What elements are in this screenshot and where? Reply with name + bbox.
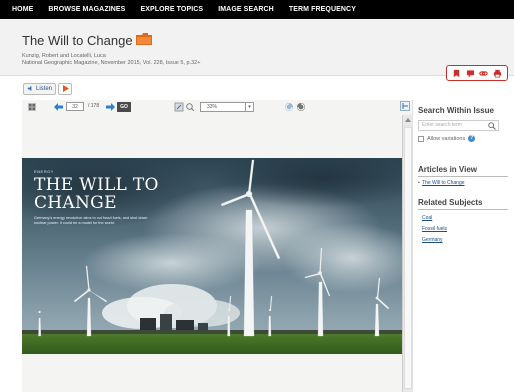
nav-explore-topics[interactable]: EXPLORE TOPICS — [140, 6, 203, 13]
rotate-left-icon[interactable] — [284, 102, 294, 112]
zoom-select[interactable]: 33% ▾ — [200, 102, 254, 112]
subject-link-germany[interactable]: Germany — [422, 237, 443, 243]
page-viewer: 32 / 178 GO 33% ▾ ENERGY THE WILL TO CHA… — [22, 100, 412, 392]
article-link[interactable]: The Will to Change — [422, 180, 465, 186]
rotate-right-icon[interactable] — [296, 102, 306, 112]
print-icon[interactable] — [493, 69, 502, 78]
comment-icon[interactable] — [466, 69, 475, 78]
bookmark-icon[interactable] — [452, 69, 461, 78]
page-total: / 178 — [88, 103, 100, 109]
related-subjects-heading: Related Subjects — [418, 198, 483, 207]
article-header: The Will to Change Kunzig, Robert and Lo… — [0, 19, 514, 81]
scroll-up-icon[interactable] — [405, 117, 411, 123]
play-button[interactable] — [58, 82, 73, 95]
article-authors: Kunzig, Robert and Locatelli, Luca — [22, 53, 106, 59]
go-button[interactable]: GO — [117, 102, 131, 112]
divider — [418, 209, 508, 210]
page-number-input[interactable]: 32 — [66, 102, 84, 111]
listen-label: Listen — [36, 85, 53, 92]
articles-in-view-heading: Articles in View — [418, 165, 477, 174]
chevron-down-icon: ▾ — [245, 103, 253, 111]
next-page-icon[interactable] — [106, 103, 115, 111]
nav-image-search[interactable]: IMAGE SEARCH — [218, 6, 274, 13]
allow-variations: Allow variations ? — [418, 135, 476, 142]
nav-term-frequency[interactable]: TERM FREQUENCY — [289, 6, 356, 13]
listen-button[interactable]: Listen — [23, 82, 57, 95]
search-placeholder: Enter search term — [422, 122, 462, 128]
zoom-value: 33% — [207, 104, 218, 110]
right-sidebar: Search Within Issue Enter search term Al… — [412, 100, 514, 392]
search-within-heading: Search Within Issue — [418, 106, 494, 115]
previous-page-icon[interactable] — [54, 103, 63, 111]
allow-variations-checkbox[interactable] — [418, 135, 424, 142]
subject-link-fossil-fuels[interactable]: Fossil fuels — [422, 226, 447, 232]
nav-browse-magazines[interactable]: BROWSE MAGAZINES — [48, 6, 125, 13]
magazine-spread: ENERGY THE WILL TO CHANGE Germany's ener… — [22, 158, 402, 354]
speaker-icon — [27, 85, 32, 92]
search-icon[interactable] — [488, 122, 496, 130]
subject-link-coal[interactable]: Coal — [422, 215, 432, 221]
bullet: • — [418, 180, 420, 186]
help-icon[interactable]: ? — [468, 135, 476, 142]
viewer-toolbar: 32 / 178 GO 33% ▾ — [22, 100, 402, 114]
listen-controls: Listen — [23, 82, 73, 95]
thumbnails-icon[interactable] — [28, 103, 36, 111]
feature-title: THE WILL TO CHANGE — [34, 175, 159, 213]
link-icon[interactable] — [479, 69, 489, 78]
search-input[interactable]: Enter search term — [418, 120, 499, 131]
zoom-out-icon[interactable] — [186, 103, 194, 111]
play-icon — [62, 85, 69, 92]
top-navigation: HOME BROWSE MAGAZINES EXPLORE TOPICS IMA… — [0, 0, 514, 19]
article-tools — [446, 65, 508, 81]
viewer-scrollbar[interactable] — [402, 115, 412, 392]
collapse-panel-icon[interactable] — [400, 101, 410, 111]
page-title: The Will to Change — [22, 33, 133, 48]
article-deck: Germany's energy revolution aims to cut … — [34, 216, 148, 225]
article-citation: National Geographic Magazine, November 2… — [22, 60, 201, 66]
allow-variations-label: Allow variations — [427, 135, 466, 142]
article-kicker: ENERGY — [34, 169, 54, 174]
divider — [418, 176, 508, 177]
scrollbar-thumb[interactable] — [404, 127, 412, 389]
folder-icon[interactable] — [136, 33, 152, 45]
nav-home[interactable]: HOME — [12, 6, 33, 13]
fit-page-icon[interactable] — [174, 102, 184, 112]
